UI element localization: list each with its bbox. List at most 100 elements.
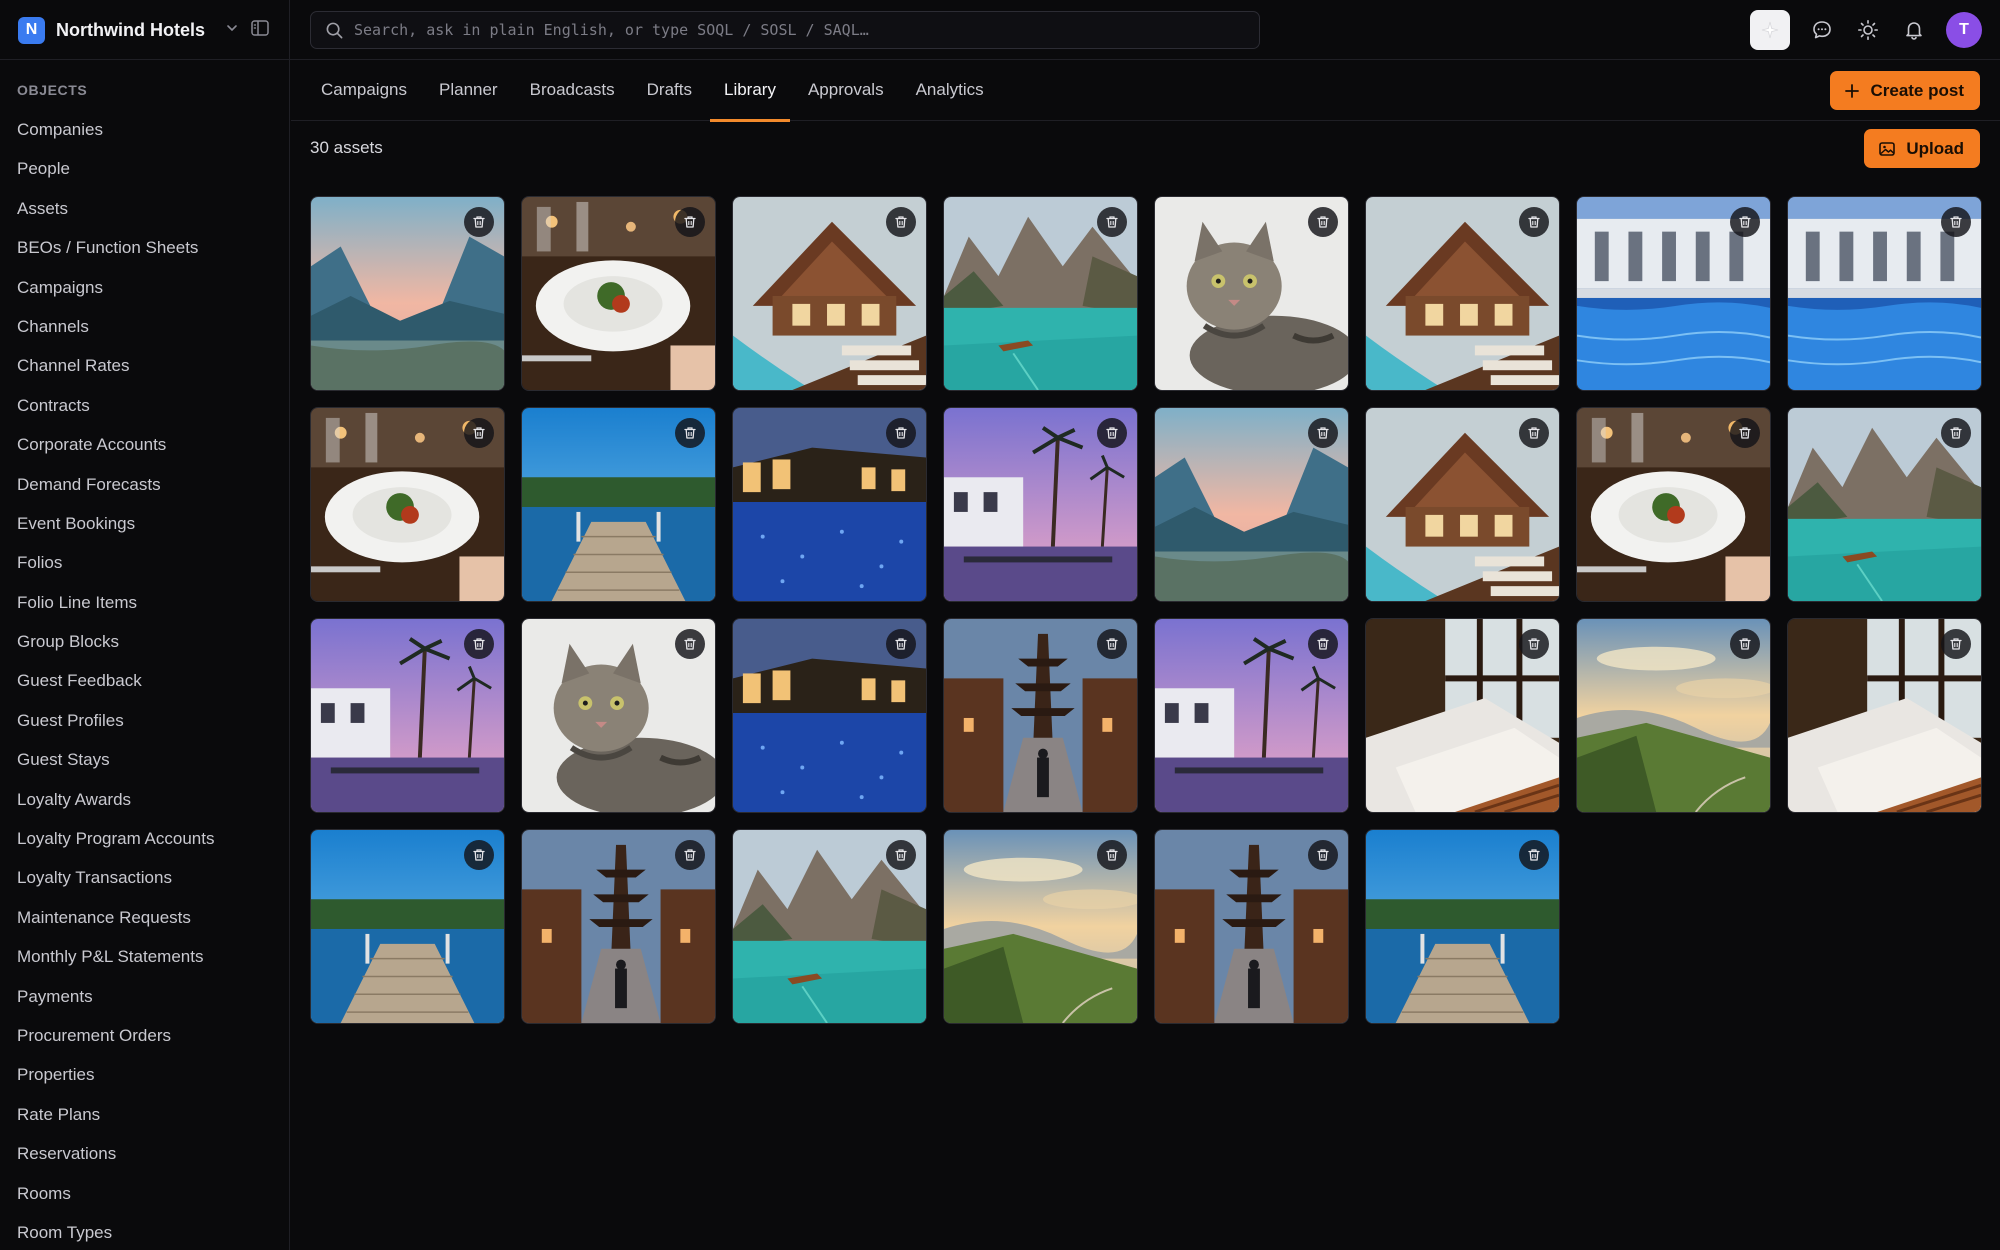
notifications-button[interactable] [1900,16,1928,44]
delete-asset-button[interactable] [1730,629,1760,659]
delete-asset-button[interactable] [1097,207,1127,237]
asset-tile[interactable] [1787,618,1982,813]
delete-asset-button[interactable] [464,418,494,448]
asset-tile[interactable] [943,829,1138,1024]
asset-tile[interactable] [732,829,927,1024]
create-post-button[interactable]: Create post [1830,71,1980,110]
tab-approvals[interactable]: Approvals [794,60,898,121]
sidebar-item[interactable]: Event Bookings [0,504,289,543]
asset-tile[interactable] [1154,196,1349,391]
delete-asset-button[interactable] [886,629,916,659]
asset-tile[interactable] [521,407,716,602]
delete-asset-button[interactable] [464,629,494,659]
delete-asset-button[interactable] [1097,418,1127,448]
sidebar-item[interactable]: Demand Forecasts [0,465,289,504]
delete-asset-button[interactable] [1097,629,1127,659]
sidebar-item[interactable]: Guest Stays [0,740,289,779]
sidebar-item[interactable]: Loyalty Program Accounts [0,819,289,858]
asset-tile[interactable] [732,407,927,602]
asset-tile[interactable] [1787,407,1982,602]
delete-asset-button[interactable] [886,840,916,870]
asset-tile[interactable] [1154,829,1349,1024]
tab-analytics[interactable]: Analytics [902,60,998,121]
delete-asset-button[interactable] [464,840,494,870]
asset-tile[interactable] [943,407,1138,602]
asset-tile[interactable] [1576,407,1771,602]
sidebar-item[interactable]: Companies [0,110,289,149]
sidebar-item[interactable]: Room Types [0,1213,289,1250]
asset-tile[interactable] [943,196,1138,391]
asset-tile[interactable] [521,196,716,391]
tab-campaigns[interactable]: Campaigns [307,60,421,121]
asset-tile[interactable] [1365,196,1560,391]
asset-tile[interactable] [732,618,927,813]
sidebar-item[interactable]: Channel Rates [0,346,289,385]
asset-tile[interactable] [1576,618,1771,813]
theme-toggle-button[interactable] [1854,16,1882,44]
delete-asset-button[interactable] [1519,207,1549,237]
chevron-down-icon[interactable] [224,20,240,36]
sidebar-item[interactable]: Loyalty Awards [0,780,289,819]
asset-tile[interactable] [1154,618,1349,813]
delete-asset-button[interactable] [675,207,705,237]
asset-tile[interactable] [310,407,505,602]
sidebar-toggle-icon[interactable] [250,18,270,38]
delete-asset-button[interactable] [675,840,705,870]
sidebar-item[interactable]: Contracts [0,386,289,425]
asset-tile[interactable] [1365,618,1560,813]
delete-asset-button[interactable] [1308,629,1338,659]
sidebar-item[interactable]: Reservations [0,1134,289,1173]
delete-asset-button[interactable] [675,629,705,659]
sidebar-item[interactable]: People [0,149,289,188]
asset-tile[interactable] [1365,829,1560,1024]
delete-asset-button[interactable] [1519,840,1549,870]
asset-tile[interactable] [1154,407,1349,602]
sidebar-item[interactable]: BEOs / Function Sheets [0,228,289,267]
sidebar-item[interactable]: Guest Feedback [0,661,289,700]
delete-asset-button[interactable] [1308,840,1338,870]
delete-asset-button[interactable] [886,418,916,448]
sidebar-item[interactable]: Assets [0,189,289,228]
tab-broadcasts[interactable]: Broadcasts [516,60,629,121]
sidebar-item[interactable]: Guest Profiles [0,701,289,740]
global-search[interactable] [310,11,1260,49]
tab-drafts[interactable]: Drafts [633,60,706,121]
sidebar-item[interactable]: Properties [0,1055,289,1094]
sidebar-item[interactable]: Procurement Orders [0,1016,289,1055]
chat-button[interactable] [1808,16,1836,44]
sidebar-item[interactable]: Folios [0,543,289,582]
delete-asset-button[interactable] [1730,207,1760,237]
asset-tile[interactable] [521,829,716,1024]
asset-tile[interactable] [521,618,716,813]
asset-tile[interactable] [943,618,1138,813]
sidebar-item[interactable]: Maintenance Requests [0,898,289,937]
delete-asset-button[interactable] [1941,207,1971,237]
sidebar-item[interactable]: Monthly P&L Statements [0,937,289,976]
delete-asset-button[interactable] [675,418,705,448]
sidebar-item[interactable]: Folio Line Items [0,583,289,622]
sidebar-item[interactable]: Rate Plans [0,1095,289,1134]
asset-tile[interactable] [1365,407,1560,602]
delete-asset-button[interactable] [1308,207,1338,237]
asset-tile[interactable] [310,618,505,813]
delete-asset-button[interactable] [1941,418,1971,448]
delete-asset-button[interactable] [1941,629,1971,659]
sidebar-item[interactable]: Corporate Accounts [0,425,289,464]
tab-library[interactable]: Library [710,60,790,122]
tab-planner[interactable]: Planner [425,60,512,121]
asset-tile[interactable] [732,196,927,391]
upload-button[interactable]: Upload [1864,129,1980,168]
sidebar-item[interactable]: Payments [0,977,289,1016]
sidebar-item[interactable]: Channels [0,307,289,346]
delete-asset-button[interactable] [1308,418,1338,448]
search-input[interactable] [354,12,1259,48]
asset-tile[interactable] [1787,196,1982,391]
asset-tile[interactable] [310,829,505,1024]
ai-assistant-button[interactable] [1750,10,1790,50]
user-avatar[interactable]: T [1946,12,1982,48]
sidebar-item[interactable]: Group Blocks [0,622,289,661]
delete-asset-button[interactable] [1097,840,1127,870]
delete-asset-button[interactable] [886,207,916,237]
sidebar-item[interactable]: Loyalty Transactions [0,858,289,897]
sidebar-item[interactable]: Campaigns [0,268,289,307]
